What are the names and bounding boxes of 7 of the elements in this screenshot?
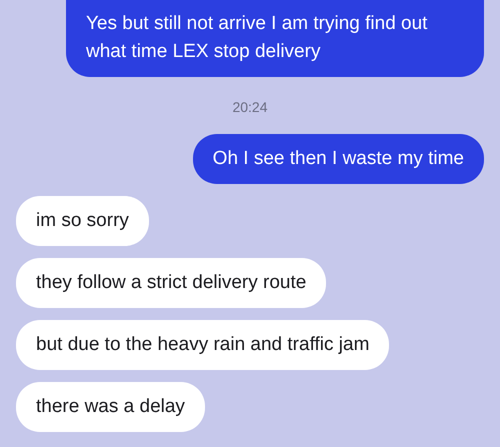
sent-message: Oh I see then I waste my time <box>192 134 484 184</box>
received-message: they follow a strict delivery route <box>16 258 326 308</box>
sent-message: Yes but still not arrive I am trying find out what time LEX stop delivery <box>66 0 484 77</box>
timestamp: 20:24 <box>232 99 268 115</box>
received-message: but due to the heavy rain and traffic jam <box>16 320 390 370</box>
received-message: im so sorry <box>16 196 149 246</box>
received-message: there was a delay <box>16 382 205 432</box>
